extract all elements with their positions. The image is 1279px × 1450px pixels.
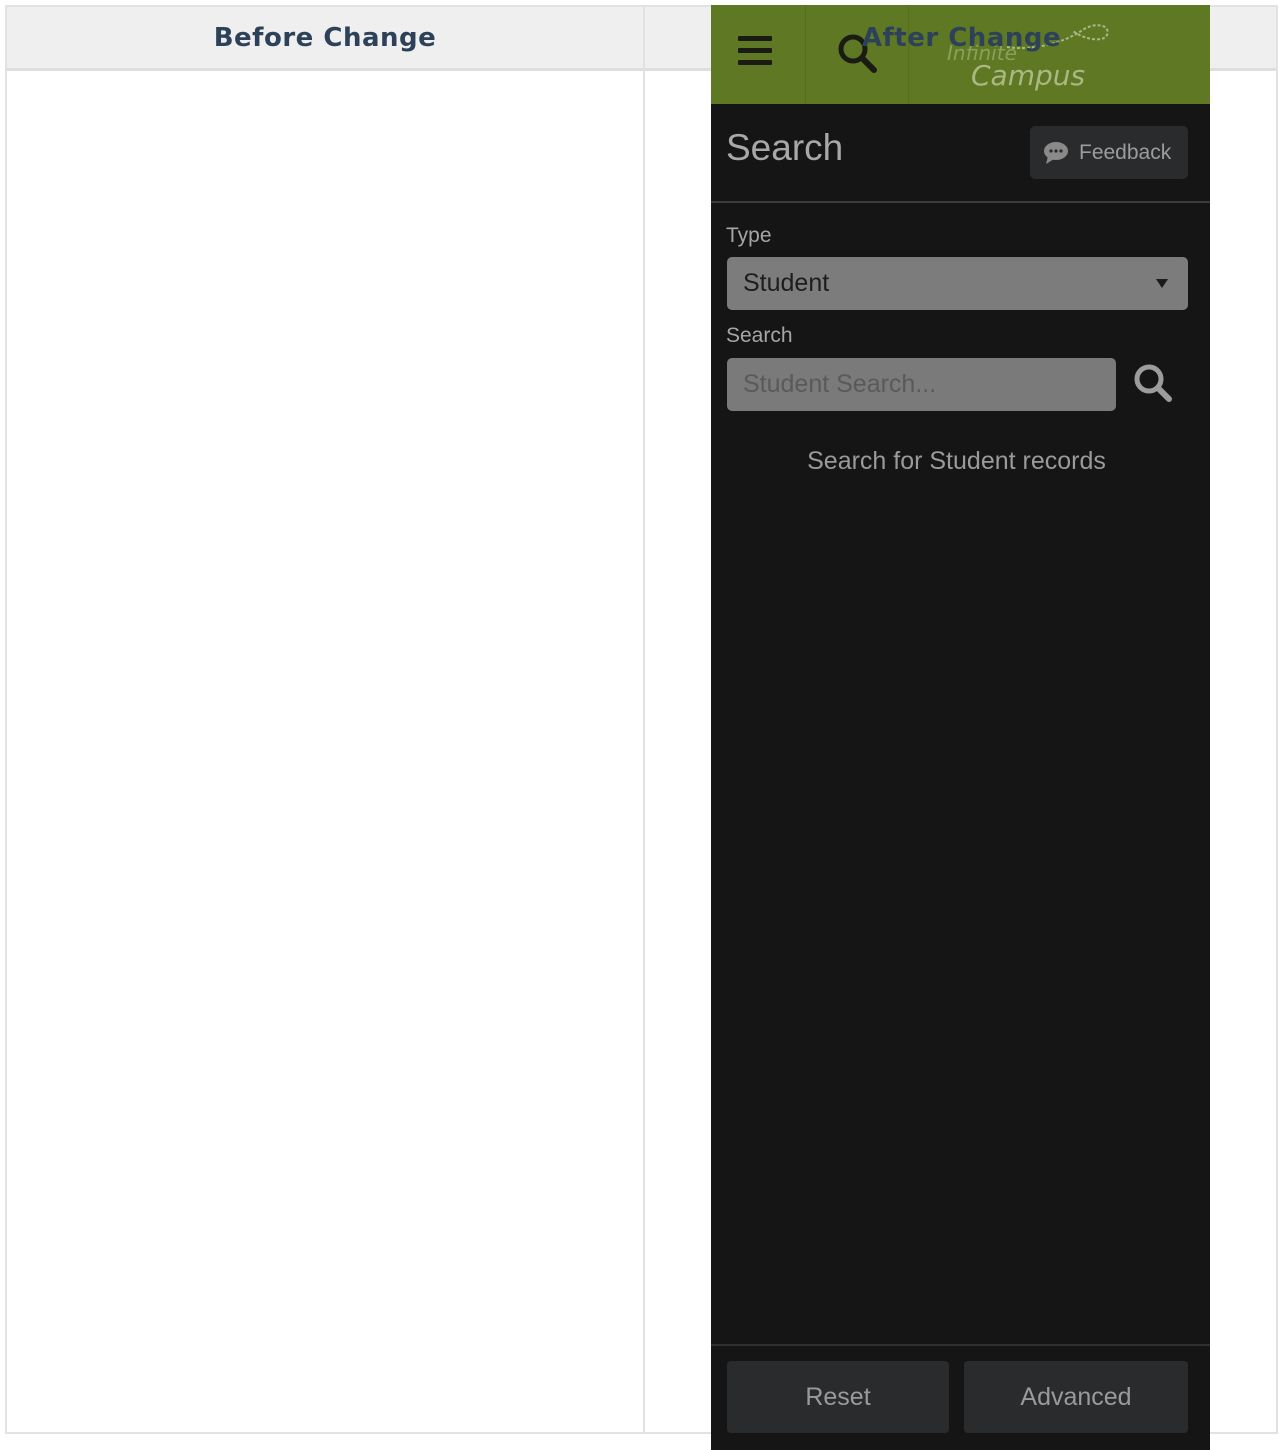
type-select-value: Student	[743, 269, 830, 297]
panel-divider	[711, 201, 1210, 203]
magnifier-icon	[1134, 364, 1172, 402]
mobile-screenshot: Infinite Campus Search Feedback Type Stu…	[711, 5, 1210, 1450]
before-change-header: Before Change	[213, 23, 437, 53]
advanced-button[interactable]: Advanced	[964, 1361, 1188, 1433]
search-submit-button[interactable]	[1131, 362, 1177, 406]
student-search-input[interactable]	[727, 358, 1116, 411]
search-panel-title: Search	[726, 127, 844, 168]
reset-button[interactable]: Reset	[727, 1361, 949, 1433]
speech-bubble-icon	[1044, 142, 1068, 164]
search-label: Search	[726, 324, 793, 347]
empty-results-message: Search for Student records	[807, 447, 1106, 475]
column-divider	[643, 7, 645, 1432]
feedback-label: Feedback	[1079, 141, 1172, 164]
type-label: Type	[726, 224, 772, 247]
feedback-button[interactable]: Feedback	[1030, 126, 1188, 179]
caret-down-icon	[1156, 279, 1168, 288]
after-change-header: After Change	[861, 23, 1062, 53]
footer-divider	[711, 1344, 1210, 1346]
type-select[interactable]: Student	[727, 257, 1188, 310]
